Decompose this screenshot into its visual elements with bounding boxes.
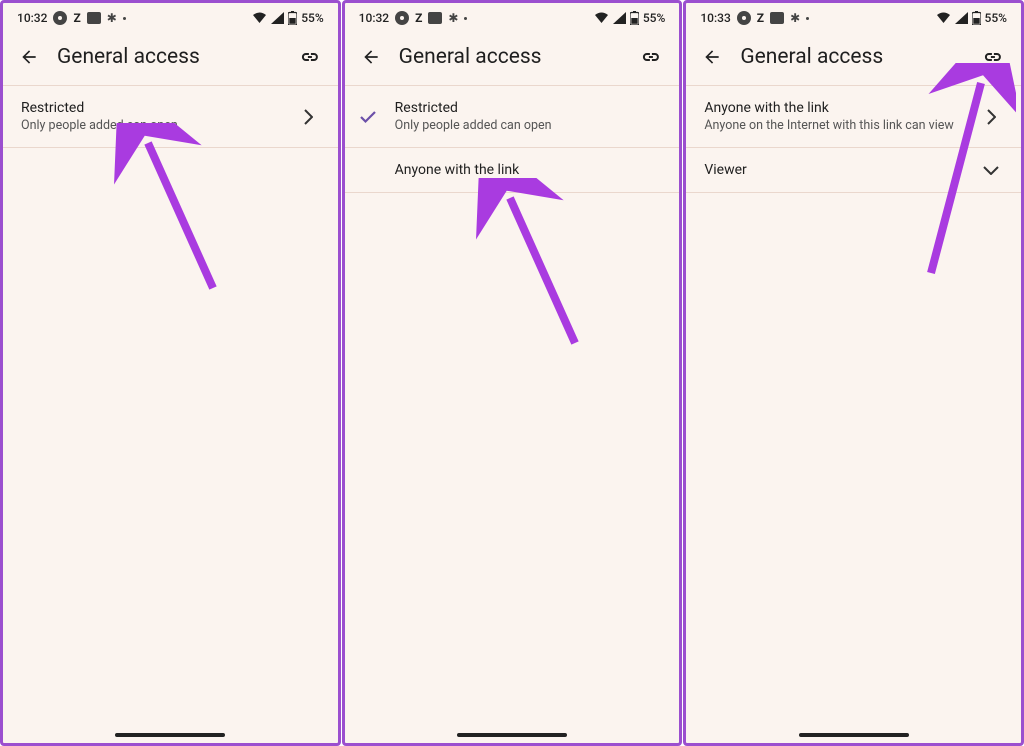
chevron-right-icon <box>303 109 313 125</box>
row-title: Anyone with the link <box>395 162 662 178</box>
link-icon <box>298 45 322 69</box>
signal-icon <box>613 12 626 24</box>
status-message-icon <box>770 12 784 24</box>
row-subtitle: Only people added can open <box>21 118 296 133</box>
arrow-back-icon <box>702 47 722 67</box>
chevron-right-icon <box>986 109 996 125</box>
back-button[interactable] <box>359 45 383 69</box>
status-z-icon: Z <box>415 11 422 25</box>
option-restricted[interactable]: Restricted Only people added can open <box>345 86 680 148</box>
copy-link-button[interactable] <box>637 43 665 71</box>
status-app-icon: ✱ <box>448 11 458 25</box>
app-header: General access <box>3 31 338 86</box>
status-battery-text: 55% <box>301 11 323 25</box>
status-dot-icon <box>737 11 751 25</box>
row-title: Viewer <box>704 162 979 178</box>
status-more-icon <box>806 17 809 20</box>
link-icon <box>981 45 1005 69</box>
row-title: Restricted <box>21 100 296 116</box>
nav-pill[interactable] <box>799 733 909 737</box>
app-header: General access <box>686 31 1021 86</box>
row-subtitle: Anyone on the Internet with this link ca… <box>704 118 979 133</box>
page-title: General access <box>740 45 979 69</box>
status-left: 10:32 Z ✱ <box>359 11 468 25</box>
wifi-icon <box>594 12 609 24</box>
status-app-icon: ✱ <box>790 11 800 25</box>
arrow-back-icon <box>19 47 39 67</box>
phone-panel-3: 10:33 Z ✱ 55% General access <box>683 0 1024 746</box>
status-right: 55% <box>252 11 323 25</box>
status-battery-text: 55% <box>643 11 665 25</box>
status-battery-text: 55% <box>985 11 1007 25</box>
status-app-icon: ✱ <box>107 11 117 25</box>
status-time: 10:32 <box>359 11 389 25</box>
access-level-row[interactable]: Anyone with the link Anyone on the Inter… <box>686 86 1021 148</box>
battery-icon <box>288 11 297 25</box>
arrow-back-icon <box>361 47 381 67</box>
status-bar: 10:32 Z ✱ 55% <box>3 3 338 31</box>
row-title: Anyone with the link <box>704 100 979 116</box>
link-icon <box>639 45 663 69</box>
row-subtitle: Only people added can open <box>395 118 662 133</box>
status-message-icon <box>428 12 442 24</box>
status-z-icon: Z <box>73 11 80 25</box>
page-title: General access <box>399 45 638 69</box>
status-left: 10:33 Z ✱ <box>700 11 809 25</box>
check-icon <box>359 110 377 124</box>
copy-link-button[interactable] <box>979 43 1007 71</box>
access-level-row[interactable]: Restricted Only people added can open <box>3 86 338 148</box>
row-title: Restricted <box>395 100 662 116</box>
option-anyone-link[interactable]: Anyone with the link <box>345 148 680 193</box>
back-button[interactable] <box>700 45 724 69</box>
battery-icon <box>630 11 639 25</box>
nav-pill[interactable] <box>115 733 225 737</box>
phone-panel-2: 10:32 Z ✱ 55% General access <box>342 0 683 746</box>
status-time: 10:33 <box>700 11 730 25</box>
annotation-arrow <box>93 123 233 303</box>
status-bar: 10:33 Z ✱ 55% <box>686 3 1021 31</box>
battery-icon <box>972 11 981 25</box>
copy-link-button[interactable] <box>296 43 324 71</box>
wifi-icon <box>252 12 267 24</box>
signal-icon <box>955 12 968 24</box>
status-time: 10:32 <box>17 11 47 25</box>
status-message-icon <box>87 12 101 24</box>
status-dot-icon <box>53 11 67 25</box>
signal-icon <box>271 12 284 24</box>
nav-pill[interactable] <box>457 733 567 737</box>
status-bar: 10:32 Z ✱ 55% <box>345 3 680 31</box>
status-right: 55% <box>936 11 1007 25</box>
status-left: 10:32 Z ✱ <box>17 11 126 25</box>
status-dot-icon <box>395 11 409 25</box>
page-title: General access <box>57 45 296 69</box>
back-button[interactable] <box>17 45 41 69</box>
status-z-icon: Z <box>757 11 764 25</box>
status-more-icon <box>123 17 126 20</box>
status-right: 55% <box>594 11 665 25</box>
phone-panel-1: 10:32 Z ✱ 55% General access <box>0 0 341 746</box>
role-row[interactable]: Viewer <box>686 148 1021 193</box>
annotation-arrow <box>455 178 595 358</box>
status-more-icon <box>464 17 467 20</box>
chevron-down-icon <box>983 165 999 175</box>
wifi-icon <box>936 12 951 24</box>
app-header: General access <box>345 31 680 86</box>
